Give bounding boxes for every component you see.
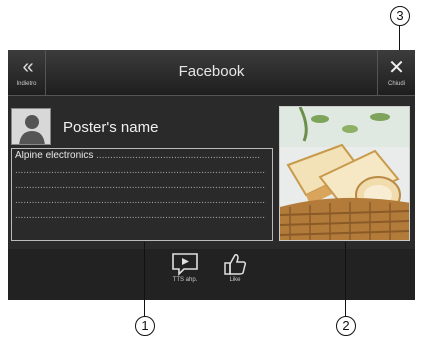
callout-1: 1 [135, 316, 155, 336]
callout-1-leader [144, 242, 146, 317]
back-button[interactable]: « Indietro [8, 50, 46, 96]
page-title: Facebook [178, 63, 245, 80]
thumbs-up-icon [224, 254, 247, 275]
poster-name: Poster's name [63, 119, 159, 136]
back-label: Indietro [16, 81, 37, 87]
speech-bubble-play-icon [172, 253, 198, 276]
message-line: ........................................… [15, 196, 266, 206]
callout-2: 2 [336, 316, 356, 336]
message-text-area[interactable]: Alpine electronics .....................… [11, 148, 273, 241]
message-line: ........................................… [15, 181, 266, 191]
like-label: Like [229, 277, 241, 283]
close-button[interactable]: ✕ Chiudi [377, 50, 415, 96]
tts-button[interactable]: TTS ahp. [160, 249, 210, 300]
avatar [11, 108, 51, 145]
callout-3: 3 [390, 6, 410, 26]
message-line: ........................................… [15, 211, 266, 221]
bread-basket-image [280, 107, 409, 240]
message-line: ........................................… [15, 166, 266, 176]
double-chevron-left-icon: « [22, 56, 33, 78]
facebook-screen: « Indietro Facebook ✕ Chiudi Poster's na… [8, 50, 415, 300]
person-silhouette-icon [12, 109, 50, 144]
header-bar: « Indietro Facebook ✕ Chiudi [8, 50, 415, 96]
close-label: Chiudi [387, 81, 405, 87]
action-toolbar: TTS ahp. Like [8, 249, 415, 300]
tts-label: TTS ahp. [172, 277, 198, 283]
close-icon: ✕ [388, 57, 405, 79]
post-photo[interactable] [279, 106, 410, 241]
callout-2-leader [345, 242, 347, 317]
like-button[interactable]: Like [210, 249, 260, 300]
message-line: Alpine electronics .....................… [15, 151, 261, 161]
